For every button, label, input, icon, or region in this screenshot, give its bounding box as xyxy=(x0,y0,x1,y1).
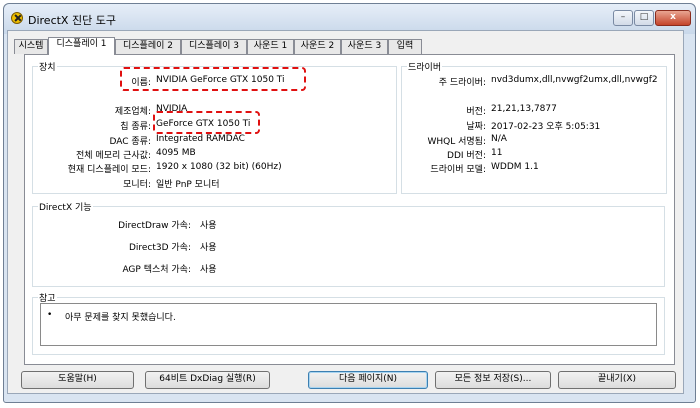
tab-sound-2[interactable]: 사운드 2 xyxy=(294,39,341,54)
direct3d-value: 사용 xyxy=(200,243,217,253)
device-section-label: 장치 xyxy=(38,60,57,73)
display-mode-label: 현재 디스플레이 모드: xyxy=(67,165,151,175)
date-value: 2017-02-23 오후 5:05:31 xyxy=(491,122,601,132)
ddi-version-value: 11 xyxy=(491,148,503,158)
window-title: DirectX 진단 도구 xyxy=(28,14,116,27)
ddi-version-label: DDI 버전: xyxy=(447,151,486,161)
agp-label: AGP 텍스처 가속: xyxy=(122,265,191,275)
agp-value: 사용 xyxy=(200,265,217,275)
minimize-icon: – xyxy=(620,12,626,22)
whql-label: WHQL 서명됨: xyxy=(427,137,487,147)
driver-model-label: 드라이버 모델: xyxy=(430,165,486,175)
name-highlight-box xyxy=(120,67,306,91)
monitor-value: 일반 PnP 모니터 xyxy=(156,180,220,190)
notes-text: 아무 문제를 찾지 못했습니다. xyxy=(65,313,176,323)
tab-system[interactable]: 시스템 xyxy=(14,39,48,54)
maximize-icon: □ xyxy=(639,12,649,22)
tab-display-3[interactable]: 디스플레이 3 xyxy=(181,39,247,54)
directdraw-value: 사용 xyxy=(200,221,217,231)
tab-input[interactable]: 입력 xyxy=(388,39,422,54)
tab-sound-3[interactable]: 사운드 3 xyxy=(341,39,388,54)
main-driver-value: nvd3dumx,dll,nvwgf2umx,dll,nvwgf2 xyxy=(491,75,658,85)
close-icon: x xyxy=(670,12,676,22)
dac-type-label: DAC 종류: xyxy=(109,137,151,147)
monitor-label: 모니터: xyxy=(123,180,151,190)
minimize-button[interactable]: – xyxy=(613,10,633,26)
manufacturer-label: 제조업체: xyxy=(114,107,151,117)
directdraw-label: DirectDraw 가속: xyxy=(118,221,191,231)
close-button[interactable]: x xyxy=(655,10,691,26)
dac-type-value: Integrated RAMDAC xyxy=(156,134,245,144)
direct3d-label: Direct3D 가속: xyxy=(128,243,191,253)
directx-features-section-label: DirectX 기능 xyxy=(38,200,93,213)
version-label: 버전: xyxy=(466,107,486,117)
total-memory-label: 전체 메모리 근사값: xyxy=(76,151,151,161)
date-label: 날짜: xyxy=(466,122,486,132)
version-value: 21,21,13,7877 xyxy=(491,104,557,114)
main-driver-label: 주 드라이버: xyxy=(438,78,486,88)
run-64bit-dxdiag-button[interactable]: 64비트 DxDiag 실행(R) xyxy=(145,371,270,389)
next-page-button[interactable]: 다음 페이지(N) xyxy=(308,371,428,389)
tab-sound-1[interactable]: 사운드 1 xyxy=(247,39,294,54)
save-all-info-button[interactable]: 모든 정보 저장(S)... xyxy=(435,371,551,389)
help-button[interactable]: 도움말(H) xyxy=(21,371,134,389)
directx-icon xyxy=(11,12,23,24)
whql-value: N/A xyxy=(491,134,507,144)
driver-model-value: WDDM 1.1 xyxy=(491,162,539,172)
notes-textbox[interactable]: • 아무 문제를 찾지 못했습니다. xyxy=(40,303,657,346)
driver-section-label: 드라이버 xyxy=(407,60,443,73)
tab-display-1[interactable]: 디스플레이 1 xyxy=(48,37,115,55)
exit-button[interactable]: 끝내기(X) xyxy=(558,371,676,389)
total-memory-value: 4095 MB xyxy=(156,148,196,158)
chip-type-label: 칩 종류: xyxy=(120,122,151,132)
tab-display-2[interactable]: 디스플레이 2 xyxy=(115,39,181,54)
maximize-button[interactable]: □ xyxy=(634,10,654,26)
display-mode-value: 1920 x 1080 (32 bit) (60Hz) xyxy=(156,162,282,172)
chip-highlight-box xyxy=(153,111,260,134)
bullet-icon: • xyxy=(47,310,53,320)
